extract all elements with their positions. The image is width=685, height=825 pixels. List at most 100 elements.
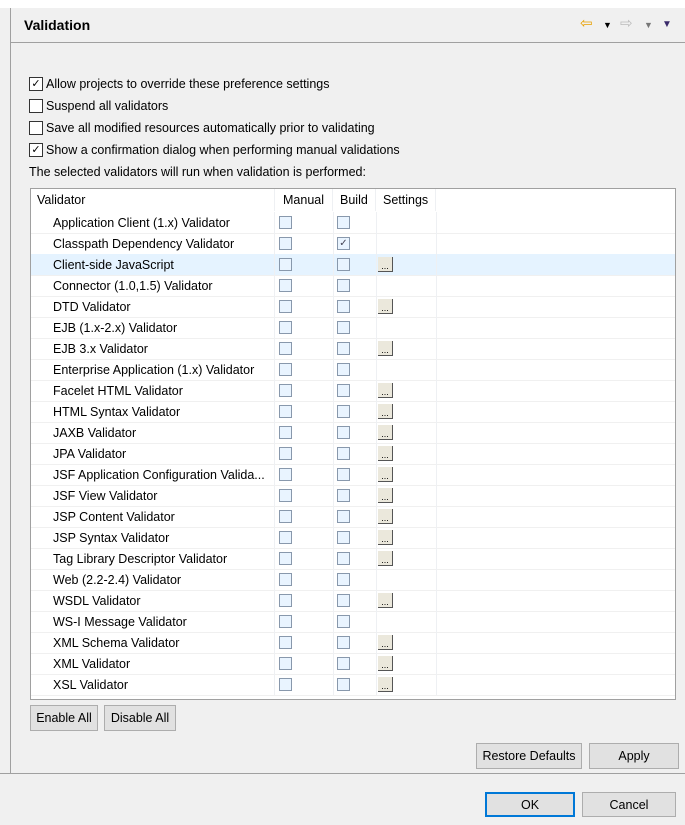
forward-arrow-icon[interactable]: ⇨	[620, 14, 633, 32]
back-arrow-icon[interactable]: ⇦	[580, 14, 593, 32]
manual-checkbox[interactable]	[279, 636, 292, 649]
table-row[interactable]: EJB 3.x Validator...	[31, 338, 675, 360]
manual-checkbox[interactable]	[279, 384, 292, 397]
settings-button[interactable]: ...	[378, 677, 393, 692]
manual-checkbox[interactable]	[279, 657, 292, 670]
restore-defaults-button[interactable]: Restore Defaults	[476, 743, 582, 769]
table-row[interactable]: WSDL Validator...	[31, 590, 675, 612]
table-row[interactable]: Enterprise Application (1.x) Validator	[31, 359, 675, 381]
manual-checkbox[interactable]	[279, 321, 292, 334]
build-checkbox[interactable]	[337, 300, 350, 313]
checkbox[interactable]: ✓	[29, 77, 43, 91]
apply-button[interactable]: Apply	[589, 743, 679, 769]
manual-checkbox[interactable]	[279, 678, 292, 691]
build-checkbox[interactable]	[337, 321, 350, 334]
settings-button[interactable]: ...	[378, 488, 393, 503]
table-row[interactable]: WS-I Message Validator	[31, 611, 675, 633]
settings-button[interactable]: ...	[378, 404, 393, 419]
build-checkbox[interactable]	[337, 489, 350, 502]
manual-checkbox[interactable]	[279, 447, 292, 460]
manual-checkbox[interactable]	[279, 426, 292, 439]
build-checkbox[interactable]	[337, 258, 350, 271]
build-checkbox[interactable]	[337, 636, 350, 649]
table-row[interactable]: XML Schema Validator...	[31, 632, 675, 654]
table-row[interactable]: JSF View Validator...	[31, 485, 675, 507]
option-checkbox-row[interactable]: Suspend all validators	[29, 99, 168, 113]
manual-checkbox[interactable]	[279, 552, 292, 565]
table-row[interactable]: HTML Syntax Validator...	[31, 401, 675, 423]
settings-button[interactable]: ...	[378, 467, 393, 482]
manual-checkbox[interactable]	[279, 510, 292, 523]
manual-checkbox[interactable]	[279, 468, 292, 481]
build-checkbox[interactable]	[337, 531, 350, 544]
build-checkbox[interactable]	[337, 573, 350, 586]
manual-checkbox[interactable]	[279, 531, 292, 544]
back-menu-icon[interactable]: ▼	[603, 20, 612, 30]
manual-checkbox[interactable]	[279, 237, 292, 250]
table-row[interactable]: JPA Validator...	[31, 443, 675, 465]
build-checkbox[interactable]	[337, 426, 350, 439]
build-checkbox[interactable]	[337, 657, 350, 670]
settings-button[interactable]: ...	[378, 656, 393, 671]
build-checkbox[interactable]	[337, 405, 350, 418]
column-header-settings[interactable]: Settings	[377, 189, 436, 211]
option-checkbox-row[interactable]: ✓ Show a confirmation dialog when perform…	[29, 143, 400, 157]
column-header-manual[interactable]: Manual	[276, 189, 333, 211]
table-row[interactable]: Application Client (1.x) Validator	[31, 212, 675, 234]
manual-checkbox[interactable]	[279, 405, 292, 418]
manual-checkbox[interactable]	[279, 573, 292, 586]
ok-button[interactable]: OK	[485, 792, 575, 817]
build-checkbox[interactable]	[337, 678, 350, 691]
table-row[interactable]: Web (2.2-2.4) Validator	[31, 569, 675, 591]
build-checkbox[interactable]	[337, 615, 350, 628]
build-checkbox[interactable]	[337, 510, 350, 523]
enable-all-button[interactable]: Enable All	[30, 705, 98, 731]
table-row[interactable]: JSF Application Configuration Valida....…	[31, 464, 675, 486]
build-checkbox[interactable]	[337, 447, 350, 460]
build-checkbox[interactable]	[337, 594, 350, 607]
build-checkbox[interactable]	[337, 279, 350, 292]
manual-checkbox[interactable]	[279, 279, 292, 292]
manual-checkbox[interactable]	[279, 363, 292, 376]
checkbox[interactable]	[29, 121, 43, 135]
checkbox[interactable]: ✓	[29, 143, 43, 157]
table-row[interactable]: JSP Syntax Validator...	[31, 527, 675, 549]
column-header-validator[interactable]: Validator	[31, 189, 275, 211]
option-checkbox-row[interactable]: ✓ Allow projects to override these prefer…	[29, 77, 329, 91]
build-checkbox[interactable]	[337, 552, 350, 565]
forward-menu-icon[interactable]: ▼	[644, 20, 653, 30]
table-row[interactable]: DTD Validator...	[31, 296, 675, 318]
table-row[interactable]: Facelet HTML Validator...	[31, 380, 675, 402]
build-checkbox[interactable]	[337, 384, 350, 397]
build-checkbox[interactable]	[337, 216, 350, 229]
table-row[interactable]: XSL Validator...	[31, 674, 675, 696]
table-row[interactable]: Classpath Dependency Validator ✓	[31, 233, 675, 255]
manual-checkbox[interactable]	[279, 342, 292, 355]
settings-button[interactable]: ...	[378, 257, 393, 272]
cancel-button[interactable]: Cancel	[582, 792, 676, 817]
table-row[interactable]: Connector (1.0,1.5) Validator	[31, 275, 675, 297]
table-row[interactable]: EJB (1.x-2.x) Validator	[31, 317, 675, 339]
settings-button[interactable]: ...	[378, 341, 393, 356]
settings-button[interactable]: ...	[378, 509, 393, 524]
table-row[interactable]: Tag Library Descriptor Validator...	[31, 548, 675, 570]
table-row[interactable]: Client-side JavaScript...	[31, 254, 675, 276]
settings-button[interactable]: ...	[378, 635, 393, 650]
settings-button[interactable]: ...	[378, 446, 393, 461]
manual-checkbox[interactable]	[279, 216, 292, 229]
manual-checkbox[interactable]	[279, 300, 292, 313]
settings-button[interactable]: ...	[378, 299, 393, 314]
settings-button[interactable]: ...	[378, 551, 393, 566]
build-checkbox[interactable]	[337, 468, 350, 481]
option-checkbox-row[interactable]: Save all modified resources automaticall…	[29, 121, 375, 135]
settings-button[interactable]: ...	[378, 530, 393, 545]
build-checkbox[interactable]: ✓	[337, 237, 350, 250]
table-row[interactable]: JSP Content Validator...	[31, 506, 675, 528]
manual-checkbox[interactable]	[279, 615, 292, 628]
disable-all-button[interactable]: Disable All	[104, 705, 176, 731]
build-checkbox[interactable]	[337, 363, 350, 376]
table-row[interactable]: JAXB Validator...	[31, 422, 675, 444]
manual-checkbox[interactable]	[279, 258, 292, 271]
view-menu-icon[interactable]: ▼	[662, 19, 672, 30]
checkbox[interactable]	[29, 99, 43, 113]
